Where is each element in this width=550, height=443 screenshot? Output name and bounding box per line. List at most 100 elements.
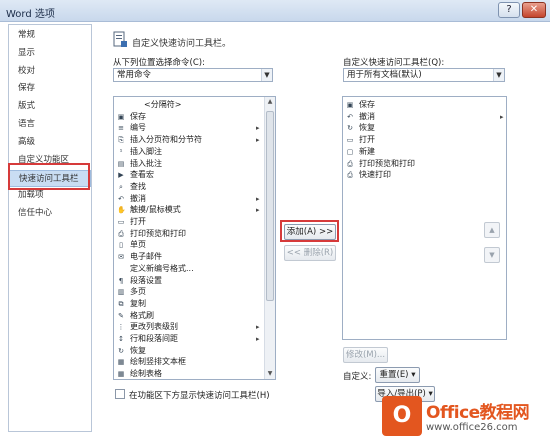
add-highlight-box bbox=[280, 220, 339, 242]
command-item[interactable]: ▯ 单页 bbox=[114, 240, 264, 250]
nav-item-0[interactable]: 常规 bbox=[9, 27, 91, 44]
line-spacing-icon: ↕ bbox=[118, 335, 124, 343]
command-item[interactable]: ▦ 绘制表格 bbox=[114, 369, 264, 379]
list-icon: ≡ bbox=[118, 124, 124, 133]
command-item[interactable]: ⎙ 打印预览和打印 bbox=[114, 229, 264, 239]
command-item[interactable]: ≡ 编号 ▸ bbox=[114, 123, 264, 133]
modify-button[interactable]: 修改(M)... bbox=[343, 347, 388, 363]
command-label: 新建 bbox=[359, 146, 375, 156]
remove-button[interactable]: << 删除(R) bbox=[284, 245, 336, 261]
touch-icon: ✋ bbox=[117, 206, 126, 215]
site-watermark: O Office教程网 www.office26.com bbox=[382, 396, 546, 440]
move-up-button[interactable]: ▲ bbox=[484, 222, 500, 238]
scroll-thumb[interactable] bbox=[266, 111, 274, 301]
command-item[interactable]: ↶ 撤消 ▸ bbox=[114, 194, 264, 204]
submenu-arrow-icon: ▸ bbox=[256, 335, 260, 343]
command-label: 行和段落间距 bbox=[130, 334, 178, 343]
commands-scrollbar[interactable]: ▲ ▼ bbox=[264, 97, 275, 379]
quick-access-toolbar-icon bbox=[113, 31, 127, 47]
command-item[interactable]: ✎ 格式刷 bbox=[114, 311, 264, 321]
command-item[interactable]: ⧉ 复制 bbox=[114, 299, 264, 309]
move-down-button[interactable]: ▼ bbox=[484, 247, 500, 263]
copy-icon: ⧉ bbox=[118, 299, 124, 308]
command-label: 格式刷 bbox=[130, 310, 154, 320]
command-label: 打开 bbox=[359, 135, 375, 145]
toolbar-command-item[interactable]: ▣ 保存 bbox=[343, 100, 506, 110]
page-break-icon: ⎘ bbox=[118, 136, 124, 145]
toolbar-command-item[interactable]: ⎙ 打印预览和打印 bbox=[343, 159, 506, 169]
command-item[interactable]: ✋ 触摸/鼠标模式 ▸ bbox=[114, 205, 264, 215]
nav-item-3[interactable]: 保存 bbox=[9, 80, 91, 97]
scroll-down-icon[interactable]: ▼ bbox=[265, 369, 275, 379]
mail-icon: ✉ bbox=[118, 253, 124, 262]
nav-item-2[interactable]: 校对 bbox=[9, 63, 91, 80]
toolbar-command-item[interactable]: ↶ 撤消 ▸ bbox=[343, 112, 506, 122]
command-label: 更改列表级别 bbox=[130, 322, 178, 332]
command-label: 撤消 bbox=[359, 111, 375, 121]
submenu-arrow-icon: ▸ bbox=[256, 194, 260, 203]
command-label: 插入脚注 bbox=[130, 146, 162, 156]
nav-item-6[interactable]: 高级 bbox=[9, 134, 91, 151]
command-label: 撤消 bbox=[130, 193, 146, 203]
command-label: 查找 bbox=[130, 181, 146, 191]
close-button[interactable]: ✕ bbox=[522, 2, 546, 18]
command-item[interactable]: ▦ 绘制竖排文本框 bbox=[114, 357, 264, 367]
command-item[interactable]: ▶ 查看宏 bbox=[114, 170, 264, 180]
command-label: 复制 bbox=[130, 298, 146, 308]
save-icon: ▣ bbox=[346, 101, 354, 109]
watermark-title: Office教程网 bbox=[426, 403, 530, 423]
submenu-arrow-icon: ▸ bbox=[256, 124, 260, 133]
command-item[interactable]: ▥ 多页 bbox=[114, 287, 264, 297]
show-below-ribbon-checkbox[interactable] bbox=[115, 389, 125, 399]
submenu-arrow-icon: ▸ bbox=[500, 112, 504, 121]
command-label: 快速打印 bbox=[359, 170, 391, 180]
command-label: 编号 bbox=[130, 123, 146, 133]
table-icon: ▦ bbox=[117, 370, 125, 379]
command-item[interactable]: ¹ 插入脚注 bbox=[114, 147, 264, 157]
nav-item-4[interactable]: 版式 bbox=[9, 98, 91, 115]
toolbar-scope-value: 用于所有文档(默认) bbox=[347, 70, 422, 80]
command-label: 恢复 bbox=[359, 123, 375, 133]
page-icon: ▯ bbox=[119, 241, 123, 250]
nav-item-1[interactable]: 显示 bbox=[9, 45, 91, 62]
command-item[interactable]: ▣ 保存 bbox=[114, 112, 264, 122]
paragraph-icon: ¶ bbox=[118, 276, 124, 285]
redo-icon: ↻ bbox=[347, 124, 353, 133]
page-heading: 自定义快速访问工具栏。 bbox=[132, 39, 232, 49]
customize-label: 自定义: bbox=[343, 372, 372, 382]
save-icon: ▣ bbox=[117, 112, 125, 121]
command-item[interactable]: ▭ 打开 bbox=[114, 217, 264, 227]
watermark-url: www.office26.com bbox=[426, 422, 518, 433]
nav-item-5[interactable]: 语言 bbox=[9, 116, 91, 133]
toolbar-scope-dropdown[interactable]: 用于所有文档(默认) ▼ bbox=[343, 68, 505, 82]
command-item[interactable]: ¶ 段落设置 bbox=[114, 276, 264, 286]
command-label: 绘制竖排文本框 bbox=[130, 357, 186, 367]
command-item[interactable]: ↕ 行和段落间距 ▸ bbox=[114, 334, 264, 344]
brush-icon: ✎ bbox=[118, 311, 124, 320]
toolbar-command-item[interactable]: ▭ 打开 bbox=[343, 135, 506, 145]
nav-item-10[interactable]: 信任中心 bbox=[9, 205, 91, 222]
command-item[interactable]: ⋮ 更改列表级别 ▸ bbox=[114, 322, 264, 332]
help-button[interactable]: ? bbox=[498, 2, 520, 18]
choose-commands-dropdown[interactable]: 常用命令 ▼ bbox=[113, 68, 273, 82]
command-item[interactable]: ⎘ 插入分页符和分节符 ▸ bbox=[114, 135, 264, 145]
chevron-down-icon: ▼ bbox=[261, 69, 272, 81]
toolbar-commands-listbox[interactable]: ▣ 保存 ↶ 撤消 ▸ ↻ 恢复 ▭ 打开 ▢ 新建 ⎙ 打印预览和打印 ⎙ 快速打印 bbox=[342, 96, 507, 340]
toolbar-command-item[interactable]: ▢ 新建 bbox=[343, 147, 506, 157]
scroll-up-icon[interactable]: ▲ bbox=[265, 97, 275, 107]
command-item[interactable]: ✉ 电子邮件 bbox=[114, 252, 264, 262]
command-item[interactable]: ⌕ 查找 bbox=[114, 182, 264, 192]
command-item[interactable]: ↻ 恢复 bbox=[114, 346, 264, 356]
arrow-icon: ▶ bbox=[118, 171, 124, 180]
command-label: 段落设置 bbox=[130, 275, 162, 285]
command-item[interactable]: ▤ 插入批注 bbox=[114, 159, 264, 169]
toolbar-command-item[interactable]: ↻ 恢复 bbox=[343, 123, 506, 133]
toolbar-command-item[interactable]: ⎙ 快速打印 bbox=[343, 170, 506, 180]
command-item[interactable]: <分隔符> bbox=[114, 100, 264, 110]
list-level-icon: ⋮ bbox=[117, 323, 125, 332]
command-item[interactable]: 定义新编号格式... bbox=[114, 264, 264, 274]
options-nav: 常规 显示 校对 保存 版式 语言 高级 自定义功能区 快速访问工具栏 加载项 信任中心 bbox=[8, 24, 92, 432]
commands-listbox[interactable]: ▲ ▼ <分隔符> ▣ 保存 ≡ 编号 ▸ ⎘ 插入分页符和分节符 ▸ ¹ 插入脚注 ▤ 插入批注 ▶ 查看… bbox=[113, 96, 276, 380]
command-label: 单页 bbox=[130, 240, 146, 250]
reset-button[interactable]: 重置(E) ▾ bbox=[375, 367, 420, 383]
